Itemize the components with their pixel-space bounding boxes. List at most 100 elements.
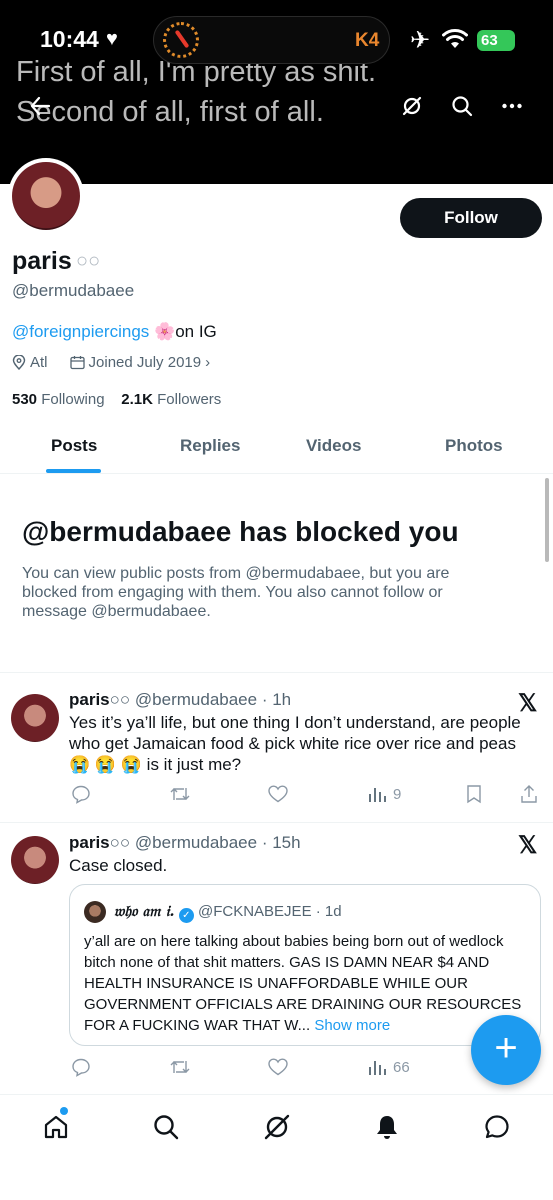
follow-button[interactable]: Follow — [400, 198, 542, 238]
banner-text-line2: Second of all, first of all. — [16, 96, 324, 128]
bio-mention-link[interactable]: @foreignpiercings — [12, 322, 149, 341]
views-count: 9 — [393, 785, 402, 803]
quoted-post[interactable]: 𝔴𝔥𝔬 𝔞𝔪 𝔦. ✓ @FCKNABEJEE · 1d y’all are o… — [69, 884, 541, 1046]
nav-search[interactable] — [150, 1111, 182, 1143]
show-more-link[interactable]: Show more — [314, 1017, 390, 1034]
chevron-right-icon[interactable]: › — [205, 354, 210, 371]
following-link[interactable]: 530 Following — [12, 391, 105, 408]
display-name: paris — [12, 247, 72, 275]
profile-handle: @bermudabaee — [12, 281, 135, 300]
search-button[interactable] — [442, 86, 482, 126]
post-avatar[interactable] — [11, 836, 59, 884]
active-tab-indicator — [46, 469, 101, 473]
post-avatar[interactable] — [11, 694, 59, 742]
reply-icon — [72, 785, 90, 804]
quote-author-handle: @FCKNABEJEE — [197, 903, 312, 920]
repost-icon — [170, 1061, 190, 1073]
post-text[interactable]: Yes it’s ya’ll life, but one thing I don… — [69, 712, 535, 775]
quote-header: 𝔴𝔥𝔬 𝔞𝔪 𝔦. ✓ @FCKNABEJEE · 1d — [114, 902, 342, 923]
profile-banner: First of all, I'm pretty as shit. Second… — [0, 0, 553, 184]
profile-tabs: Posts Replies Videos Photos — [0, 420, 553, 474]
post-actions: 66 — [69, 1057, 539, 1081]
follow-counts: 530 Following 2.1K Followers — [12, 391, 221, 408]
repost-button[interactable] — [169, 1057, 191, 1077]
divider — [0, 822, 553, 823]
views-button[interactable]: 66 — [367, 1057, 410, 1077]
bookmark-button[interactable] — [465, 784, 483, 804]
views-icon — [369, 1061, 386, 1075]
bio-text: on IG — [175, 322, 217, 341]
followers-link[interactable]: 2.1K Followers — [121, 391, 221, 408]
more-button[interactable] — [492, 86, 532, 126]
nav-notifications[interactable] — [371, 1111, 403, 1143]
bio-flower-emoji: 🌸 — [154, 322, 176, 341]
bell-icon — [377, 1116, 397, 1139]
profile-location: Atl — [30, 354, 48, 371]
avatar-image — [12, 162, 80, 230]
quote-author-name: 𝔴𝔥𝔬 𝔞𝔪 𝔦. — [114, 902, 175, 920]
post-time: · 1h — [261, 690, 292, 709]
airplane-icon: ✈ — [410, 27, 431, 54]
verified-badge-icon: ✓ — [178, 908, 194, 923]
post-author-handle: @bermudabaee — [134, 833, 258, 852]
reply-button[interactable] — [71, 1057, 91, 1077]
profile-bio: @foreignpiercings 🌸on IG — [12, 322, 217, 342]
blocked-description: You can view public posts from @bermudab… — [22, 565, 450, 620]
bookmark-icon — [467, 785, 481, 804]
share-icon — [521, 785, 537, 803]
blocked-title: @bermudabaee has blocked you — [22, 516, 459, 547]
profile-avatar[interactable] — [8, 158, 84, 234]
views-icon — [369, 788, 386, 802]
heart-outline-icon — [268, 1058, 288, 1076]
scrollbar[interactable] — [545, 478, 549, 562]
chat-icon — [485, 1115, 509, 1139]
post-header: paris○○ @bermudabaee · 15h — [69, 833, 301, 853]
repost-icon — [170, 788, 190, 800]
post-author-handle: @bermudabaee — [134, 690, 258, 709]
compose-button[interactable]: + — [471, 1015, 541, 1085]
profile-joined: Joined July 2019 — [88, 354, 202, 371]
name-emoji: ○○ — [109, 690, 131, 709]
like-button[interactable] — [267, 1057, 289, 1077]
views-count: 66 — [393, 1058, 410, 1076]
post-author-name: paris — [69, 833, 110, 852]
followers-count: 2.1K — [121, 391, 153, 408]
share-button[interactable] — [519, 784, 539, 804]
location-icon — [12, 355, 26, 370]
reply-icon — [72, 1058, 90, 1077]
grok-icon — [264, 1114, 290, 1140]
calendar-icon — [69, 356, 85, 370]
home-icon — [44, 1115, 68, 1139]
wifi-icon — [442, 29, 468, 48]
post-author-name: paris — [69, 690, 110, 709]
grok-button[interactable] — [392, 86, 432, 126]
heart-icon: ♥ — [106, 28, 118, 50]
name-emoji: ○○ — [109, 833, 131, 852]
post-text[interactable]: Case closed. — [69, 855, 535, 876]
tab-videos[interactable]: Videos — [306, 436, 361, 456]
more-icon — [502, 103, 522, 109]
tab-photos[interactable]: Photos — [445, 436, 503, 456]
live-activity-icon — [163, 22, 199, 58]
nav-grok[interactable] — [261, 1111, 293, 1143]
nav-home[interactable] — [40, 1111, 72, 1143]
repost-button[interactable] — [169, 784, 191, 804]
tab-posts[interactable]: Posts — [51, 436, 97, 456]
back-button[interactable] — [20, 86, 60, 126]
reply-button[interactable] — [71, 784, 91, 804]
status-time: 10:44 — [40, 26, 99, 52]
profile-meta: Atl Joined July 2019 › — [12, 354, 210, 371]
bottom-navigation — [0, 1094, 553, 1200]
island-label: K4 — [355, 30, 380, 51]
quote-avatar — [84, 901, 106, 923]
followers-label: Followers — [157, 391, 222, 408]
quote-time: · 1d — [315, 903, 342, 920]
quote-text: y’all are on here talking about babies b… — [84, 931, 530, 1036]
back-arrow-icon — [30, 96, 51, 116]
like-button[interactable] — [267, 784, 289, 804]
tab-replies[interactable]: Replies — [180, 436, 240, 456]
nav-messages[interactable] — [481, 1111, 513, 1143]
views-button[interactable]: 9 — [367, 784, 401, 804]
following-count: 530 — [12, 391, 38, 408]
post-actions: 9 — [69, 784, 539, 808]
